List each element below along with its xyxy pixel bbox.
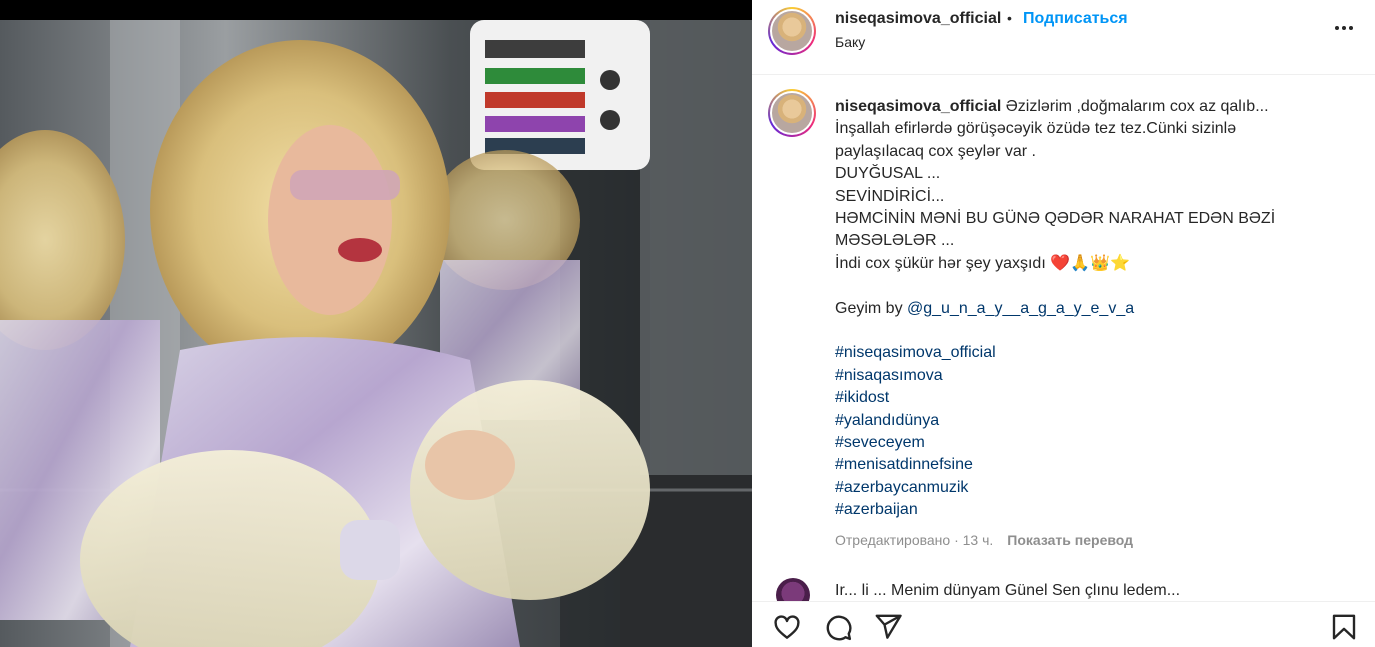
action-bar [752, 601, 1375, 647]
caption-author-username[interactable]: niseqasimova_official [835, 98, 1001, 115]
caption-line: HƏMCİNİN MƏNİ BU GÜNƏ QƏDƏR NARAHAT EDƏN… [835, 210, 1276, 228]
hashtag-link[interactable]: #yalandıdünya [835, 410, 1355, 432]
elevator-sign [470, 20, 650, 170]
caption-line-emoji: İndi cox şükür hər şey yaxşıdı ❤️🙏👑⭐ [835, 254, 1130, 272]
show-translation-button[interactable]: Показать перевод [1007, 532, 1133, 548]
hashtag-link[interactable]: #menisatdinnefsine [835, 454, 1355, 476]
post-header: niseqasimova_official • Подписаться Баку [752, 0, 1375, 75]
commenter-avatar[interactable] [776, 578, 810, 601]
caption-line-1: niseqasimova_official Əzizlərim ,doğmala… [835, 98, 1269, 115]
hashtag-link[interactable]: #azerbaijan [835, 499, 1355, 521]
caption-line: DUYĞUSAL ... [835, 165, 941, 183]
paper-plane-icon[interactable] [873, 612, 905, 644]
caption-line: İnşallah efirlərdə görüşəcəyik özüdə tez… [835, 120, 1237, 138]
comment-text: Ir... li ... Menim dünyam Günel Sen çlın… [835, 582, 1181, 599]
comment-icon[interactable] [823, 612, 855, 644]
author-username[interactable]: niseqasimova_official [835, 10, 1001, 28]
edited-timestamp: Отредактировано · 13 ч. [835, 532, 994, 548]
separator-dot: • [1007, 10, 1012, 26]
caption-credit: Geyim by @g_u_n_a_y__a_g_a_y_e_v_a [835, 299, 1135, 317]
hashtag-link[interactable]: #seveceyem [835, 432, 1355, 454]
author-avatar[interactable] [768, 7, 816, 55]
comments-area[interactable]: niseqasimova_official Əzizlərim ,doğmala… [752, 76, 1375, 601]
post-photo-illustration [0, 20, 752, 647]
hashtag-link[interactable]: #niseqasimova_official [835, 342, 1355, 364]
hashtag-link[interactable]: #ikidost [835, 387, 1355, 409]
location-link[interactable]: Баку [835, 34, 865, 50]
post-photo[interactable] [0, 20, 752, 647]
post-details-panel: niseqasimova_official • Подписаться Баку… [752, 0, 1375, 647]
more-options-icon[interactable] [1330, 14, 1358, 42]
caption-line: paylaşılacaq cox şeylər var . [835, 142, 1036, 160]
hashtag-link[interactable]: #azerbaycanmuzik [835, 477, 1355, 499]
hashtag-link[interactable]: #nisaqasımova [835, 365, 1355, 387]
top-black-strip [0, 0, 752, 20]
caption-line: MƏSƏLƏLƏR ... [835, 232, 955, 250]
bookmark-icon[interactable] [1329, 612, 1361, 644]
post-caption: niseqasimova_official Əzizlərim ,doğmala… [835, 96, 1355, 522]
caption-line: SEVİNDİRİCİ... [835, 187, 945, 205]
heart-icon[interactable] [772, 612, 804, 644]
designer-mention-link[interactable]: @g_u_n_a_y__a_g_a_y_e_v_a [907, 300, 1134, 317]
caption-author-avatar[interactable] [768, 89, 816, 137]
caption-meta: Отредактировано · 13 ч. Показать перевод [835, 532, 1133, 548]
follow-button[interactable]: Подписаться [1023, 10, 1128, 28]
